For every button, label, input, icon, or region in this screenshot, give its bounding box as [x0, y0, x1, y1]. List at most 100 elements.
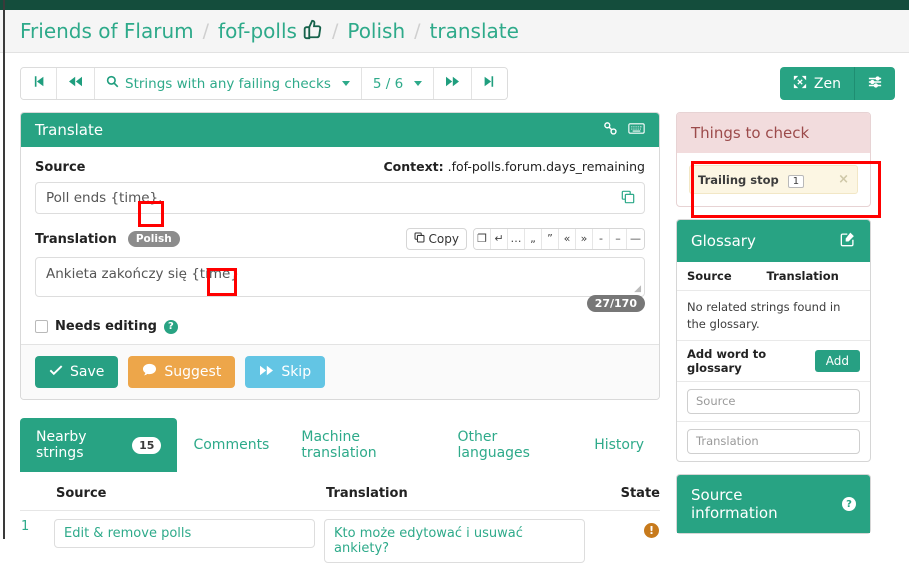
translate-card-footer: Save Suggest Skip [21, 344, 659, 399]
copy-icon-2 [414, 232, 425, 246]
source-text-field: Poll ends {time}. [35, 182, 645, 214]
en-dash-char-button[interactable]: – [610, 229, 627, 249]
tab-comments-label: Comments [193, 437, 269, 453]
tab-machine-translation[interactable]: Machine translation [285, 418, 441, 472]
keyboard-icon[interactable] [628, 121, 645, 139]
previous-string-button[interactable] [57, 68, 95, 99]
language-badge: Polish [128, 231, 180, 247]
forward-icon-2 [259, 364, 274, 381]
tab-other-languages-label: Other languages [457, 429, 562, 461]
things-to-check-card: Things to check Trailing stop 1 × [676, 112, 871, 207]
page-edge-divider [3, 0, 5, 539]
tab-other-languages[interactable]: Other languages [441, 418, 578, 472]
zen-mode-button[interactable]: Zen [780, 67, 854, 100]
source-label-row: Source Context: .fof-polls.forum.days_re… [35, 159, 645, 175]
zen-mode-group: Zen [780, 67, 895, 100]
content-columns: Translate [0, 100, 909, 564]
source-information-header: Source information ? [677, 475, 870, 533]
tab-machine-translation-label: Machine translation [301, 429, 425, 461]
glossary-header-row: Source Translation [677, 262, 870, 291]
low-quote-char-button[interactable]: „ [525, 229, 542, 249]
nearby-table-header-row: Source Translation State [20, 486, 660, 511]
row-translation[interactable]: Kto może edytować i usuwać ankiety? [324, 519, 585, 563]
copy-button-label: Copy [429, 232, 459, 246]
breadcrumb-separator-3: / [414, 20, 420, 42]
first-string-button[interactable] [21, 68, 57, 99]
nearby-col-translation: Translation [316, 486, 586, 511]
suggest-button[interactable]: Suggest [128, 356, 235, 388]
translate-card-body: Source Context: .fof-polls.forum.days_re… [21, 147, 659, 344]
position-dropdown-button[interactable]: 5 / 6 [362, 68, 434, 99]
things-to-check-body: Trailing stop 1 × [677, 153, 870, 206]
tab-nearby-strings[interactable]: Nearby strings 15 [20, 418, 177, 472]
glossary-add-label: Add word to glossary [687, 347, 815, 375]
chevron-down-icon [342, 81, 350, 86]
chevron-down-icon-2 [414, 81, 422, 86]
copy-source-button[interactable]: Copy [406, 228, 467, 250]
breadcrumb-item-translate[interactable]: translate [430, 19, 519, 43]
things-to-check-title: Things to check [677, 113, 870, 153]
zen-mode-label: Zen [814, 76, 841, 92]
source-label: Source [35, 160, 85, 175]
right-guillemet-char-button[interactable]: » [576, 229, 593, 249]
tab-comments[interactable]: Comments [177, 418, 285, 472]
chain-cogs-icon[interactable] [603, 121, 618, 140]
close-icon[interactable]: × [838, 172, 849, 187]
breadcrumb-item-component[interactable]: fof-polls [218, 19, 297, 43]
tab-history[interactable]: History [578, 418, 660, 472]
glossary-translation-input[interactable]: Translation [687, 429, 860, 454]
save-button[interactable]: Save [35, 356, 118, 388]
newline-icon[interactable]: ↵ [491, 229, 508, 249]
insert-source-icon[interactable]: ❐ [474, 229, 491, 249]
thumbs-up-icon [301, 18, 323, 44]
left-guillemet-char-button[interactable]: « [559, 229, 576, 249]
translate-card-header: Translate [21, 113, 659, 147]
em-dash-char-button[interactable]: — [627, 229, 644, 249]
save-button-label: Save [70, 364, 104, 380]
search-filter-label: Strings with any failing checks [125, 76, 331, 92]
question-circle-icon-2[interactable]: ? [842, 497, 856, 511]
last-string-button[interactable] [472, 68, 507, 99]
glossary-empty-message: No related strings found in the glossary… [677, 291, 870, 341]
row-source[interactable]: Edit & remove polls [54, 519, 315, 548]
app-page: Friends of Flarum / fof-polls / Polish /… [0, 0, 909, 564]
detail-tabs: Nearby strings 15 Comments Machine trans… [20, 418, 660, 472]
glossary-title: Glossary [691, 232, 756, 250]
string-navigation-group: Strings with any failing checks 5 / 6 [20, 67, 508, 100]
breadcrumb-item-project[interactable]: Friends of Flarum [20, 19, 194, 43]
character-counter: 27/170 [587, 295, 645, 312]
hyphen-char-button[interactable]: - [593, 229, 610, 249]
translation-label-wrap: Translation Polish [35, 232, 180, 247]
context-value: .fof-polls.forum.days_remaining [448, 159, 645, 174]
table-row[interactable]: 1 Edit & remove polls Kto może edytować … [20, 511, 660, 564]
display-settings-button[interactable] [854, 67, 895, 100]
breadcrumb-item-language[interactable]: Polish [347, 19, 405, 43]
copy-icon[interactable] [621, 190, 635, 208]
navigation-toolbar: Strings with any failing checks 5 / 6 [0, 53, 909, 100]
translation-label-row: Translation Polish Copy [35, 228, 645, 250]
pencil-square-icon[interactable] [840, 231, 856, 251]
needs-editing-label: Needs editing [55, 319, 157, 334]
needs-editing-checkbox[interactable] [35, 320, 48, 333]
breadcrumb-separator-2: / [332, 20, 338, 42]
translation-input[interactable]: Ankieta zakończy się {time} ◢ [35, 257, 645, 297]
check-count: 1 [788, 175, 804, 188]
question-circle-icon[interactable]: ? [164, 320, 178, 334]
high-quote-char-button[interactable]: ” [542, 229, 559, 249]
add-word-button[interactable]: Add [815, 350, 860, 372]
search-icon [106, 75, 119, 92]
position-label: 5 / 6 [373, 76, 403, 92]
status-badge[interactable]: Trailing stop 1 × [689, 165, 858, 194]
resize-handle-icon[interactable]: ◢ [634, 284, 641, 294]
ellipsis-char-button[interactable]: … [508, 229, 525, 249]
sliders-icon [867, 75, 883, 93]
main-column: Translate [20, 112, 660, 564]
search-filter-button[interactable]: Strings with any failing checks [95, 68, 362, 99]
context-info: Context: .fof-polls.forum.days_remaining [383, 159, 645, 174]
glossary-source-input[interactable]: Source [687, 389, 860, 414]
translate-card-header-icons [603, 121, 645, 140]
skip-button[interactable]: Skip [245, 356, 325, 388]
next-string-button[interactable] [434, 68, 472, 99]
sidebar-spacer-2 [676, 462, 871, 474]
breadcrumb-separator: / [203, 20, 209, 42]
